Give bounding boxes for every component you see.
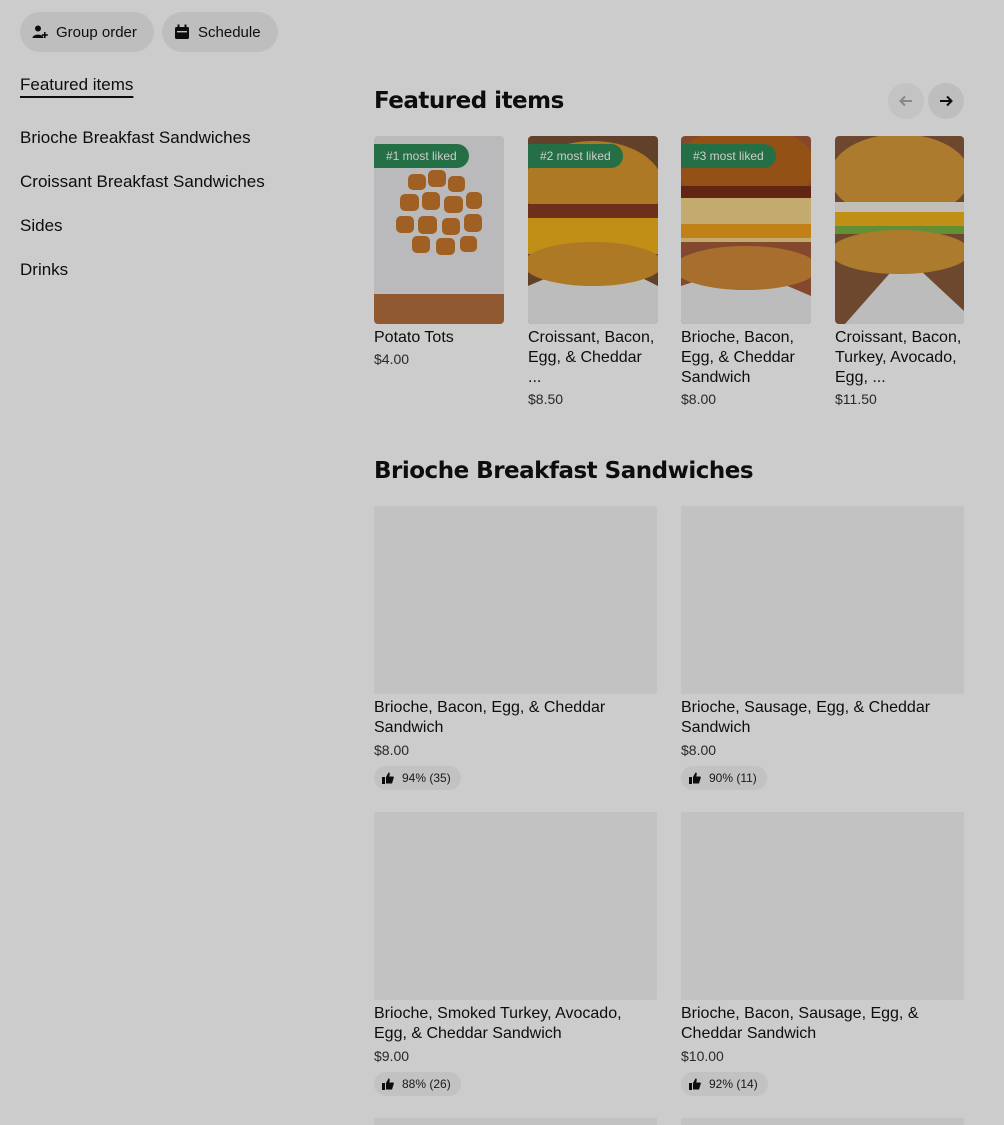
calendar-icon	[174, 24, 190, 40]
item-name: Brioche, Sausage, Egg, & Cheddar Sandwic…	[681, 699, 931, 736]
food-photo	[835, 136, 964, 324]
image-placeholder	[374, 1118, 657, 1125]
rating-text: 90% (11)	[709, 771, 757, 785]
rating-text: 88% (26)	[402, 1077, 451, 1091]
menu-item-card[interactable]: Brioche, Bacon, Sausage, Egg, & Cheddar …	[681, 812, 964, 1096]
group-order-label: Group order	[56, 23, 137, 41]
carousel-prev-button[interactable]	[888, 83, 924, 119]
food-photo: #1 most liked	[374, 136, 504, 324]
sidebar-item-drinks[interactable]: Drinks	[20, 248, 340, 292]
most-liked-badge: #1 most liked	[374, 144, 469, 168]
arrow-right-icon	[940, 95, 953, 107]
featured-item-card[interactable]: #2 most liked Croissant, Bacon, Egg, & C…	[528, 136, 658, 407]
carousel-next-button[interactable]	[928, 83, 964, 119]
add-person-icon	[32, 24, 48, 40]
item-price: $8.00	[681, 742, 717, 758]
menu-item-card[interactable]: Brioche, Smoked Turkey, Avocado, Egg, & …	[374, 812, 657, 1096]
rating-badge: 92% (14)	[681, 1072, 768, 1096]
item-name: Brioche, Smoked Turkey, Avocado, Egg, & …	[374, 1005, 622, 1042]
thumbs-up-icon	[382, 1078, 394, 1090]
menu-item-card[interactable]: Brioche, Bacon, Egg, & Cheddar Sandwich …	[374, 506, 657, 790]
sidebar-item-featured-items[interactable]: Featured items	[20, 70, 340, 100]
image-placeholder	[374, 812, 657, 1000]
most-liked-badge: #2 most liked	[528, 144, 623, 168]
item-price: $4.00	[374, 351, 410, 367]
sidebar-item-brioche-breakfast-sandwiches[interactable]: Brioche Breakfast Sandwiches	[20, 116, 340, 160]
thumbs-up-icon	[689, 1078, 701, 1090]
item-price: $8.00	[681, 391, 717, 407]
rating-badge: 90% (11)	[681, 766, 767, 790]
image-placeholder	[681, 812, 964, 1000]
thumbs-up-icon	[382, 772, 394, 784]
rating-badge: 88% (26)	[374, 1072, 461, 1096]
most-liked-badge: #3 most liked	[681, 144, 776, 168]
featured-item-card[interactable]: #3 most liked Brioche, Bacon, Egg, & Che…	[681, 136, 811, 407]
rating-badge: 94% (35)	[374, 766, 461, 790]
category-sidebar: Featured items Brioche Breakfast Sandwic…	[20, 70, 340, 292]
item-price: $8.50	[528, 391, 564, 407]
item-price: $9.00	[374, 1048, 410, 1064]
featured-item-card[interactable]: Croissant, Bacon, Turkey, Avocado, Egg, …	[835, 136, 964, 407]
image-placeholder	[681, 506, 964, 694]
menu-item-card[interactable]: Brioche, Sausage, Egg, & Cheddar Sandwic…	[681, 506, 964, 790]
food-photo: #2 most liked	[528, 136, 658, 324]
image-placeholder	[374, 506, 657, 694]
thumbs-up-icon	[689, 772, 701, 784]
item-name: Croissant, Bacon, Turkey, Avocado, Egg, …	[835, 329, 962, 386]
image-placeholder	[681, 1118, 964, 1125]
item-name: Brioche, Bacon, Sausage, Egg, & Cheddar …	[681, 1005, 919, 1042]
item-name: Potato Tots	[374, 329, 454, 346]
item-name: Brioche, Bacon, Egg, & Cheddar Sandwich	[374, 699, 606, 736]
item-name: Croissant, Bacon, Egg, & Cheddar ...	[528, 329, 655, 386]
brioche-section-heading: Brioche Breakfast Sandwiches	[374, 458, 754, 484]
item-price: $10.00	[681, 1048, 724, 1064]
item-name: Brioche, Bacon, Egg, & Cheddar Sandwich	[681, 329, 795, 386]
rating-text: 94% (35)	[402, 771, 451, 785]
sidebar-item-croissant-breakfast-sandwiches[interactable]: Croissant Breakfast Sandwiches	[20, 160, 340, 204]
arrow-left-icon	[899, 95, 912, 107]
schedule-button[interactable]: Schedule	[162, 12, 278, 52]
featured-items-heading: Featured items	[374, 88, 564, 114]
schedule-label: Schedule	[198, 23, 261, 41]
group-order-button[interactable]: Group order	[20, 12, 154, 52]
sidebar-item-sides[interactable]: Sides	[20, 204, 340, 248]
featured-item-card[interactable]: #1 most liked Potato Tots $4.00	[374, 136, 504, 367]
item-price: $11.50	[835, 391, 877, 407]
food-photo: #3 most liked	[681, 136, 811, 324]
item-price: $8.00	[374, 742, 410, 758]
store-menu-page: Group order Schedule Featured items Brio…	[0, 0, 1004, 1125]
rating-text: 92% (14)	[709, 1077, 758, 1091]
